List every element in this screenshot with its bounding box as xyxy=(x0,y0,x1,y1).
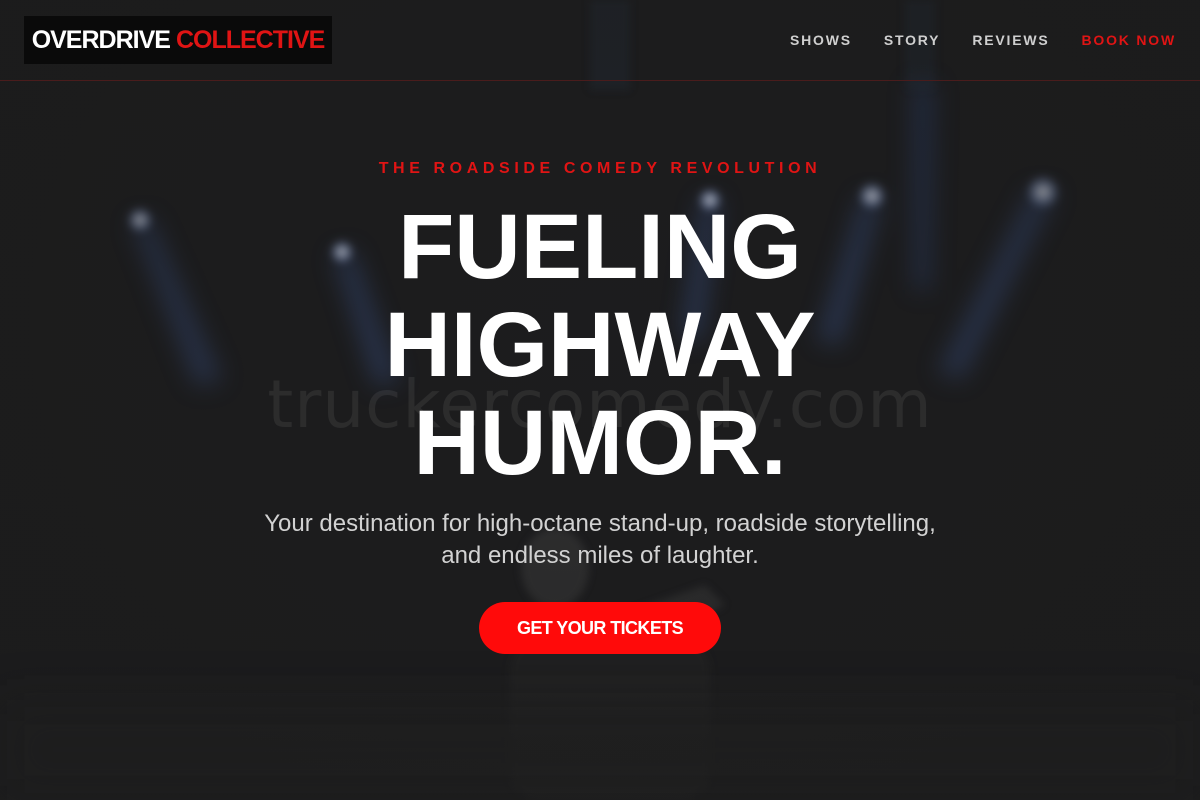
headline-line-1: FUELING xyxy=(398,196,802,298)
brand-logo[interactable]: OVERDRIVE COLLECTIVE xyxy=(24,16,332,64)
hero-headline: FUELING HIGHWAY HUMOR. xyxy=(0,198,1200,492)
nav-link-story[interactable]: STORY xyxy=(884,30,940,50)
nav-link-reviews[interactable]: REVIEWS xyxy=(972,30,1049,50)
subtitle-line-2: and endless miles of laughter. xyxy=(441,542,759,569)
hero-subtitle: Your destination for high-octane stand-u… xyxy=(250,508,950,572)
subtitle-line-1: Your destination for high-octane stand-u… xyxy=(264,510,936,537)
nav-link-shows[interactable]: SHOWS xyxy=(790,30,852,50)
brand-name-primary: OVERDRIVE xyxy=(31,25,171,54)
headline-line-3: HUMOR. xyxy=(413,392,787,494)
hero-eyebrow: THE ROADSIDE COMEDY REVOLUTION xyxy=(378,160,822,177)
nav-link-book-now[interactable]: BOOK NOW xyxy=(1081,30,1176,50)
site-header: OVERDRIVE COLLECTIVE SHOWS STORY REVIEWS … xyxy=(0,0,1200,81)
landing-page: truckercomedy.com OVERDRIVE COLLECTIVE SH… xyxy=(0,0,1200,800)
brand-name-accent: COLLECTIVE xyxy=(175,25,325,54)
get-tickets-button[interactable]: GET YOUR TICKETS xyxy=(479,602,721,654)
headline-line-2: HIGHWAY xyxy=(384,294,816,396)
main-nav: SHOWS STORY REVIEWS BOOK NOW xyxy=(758,30,1176,50)
hero-section: THE ROADSIDE COMEDY REVOLUTION FUELING H… xyxy=(0,80,1200,800)
